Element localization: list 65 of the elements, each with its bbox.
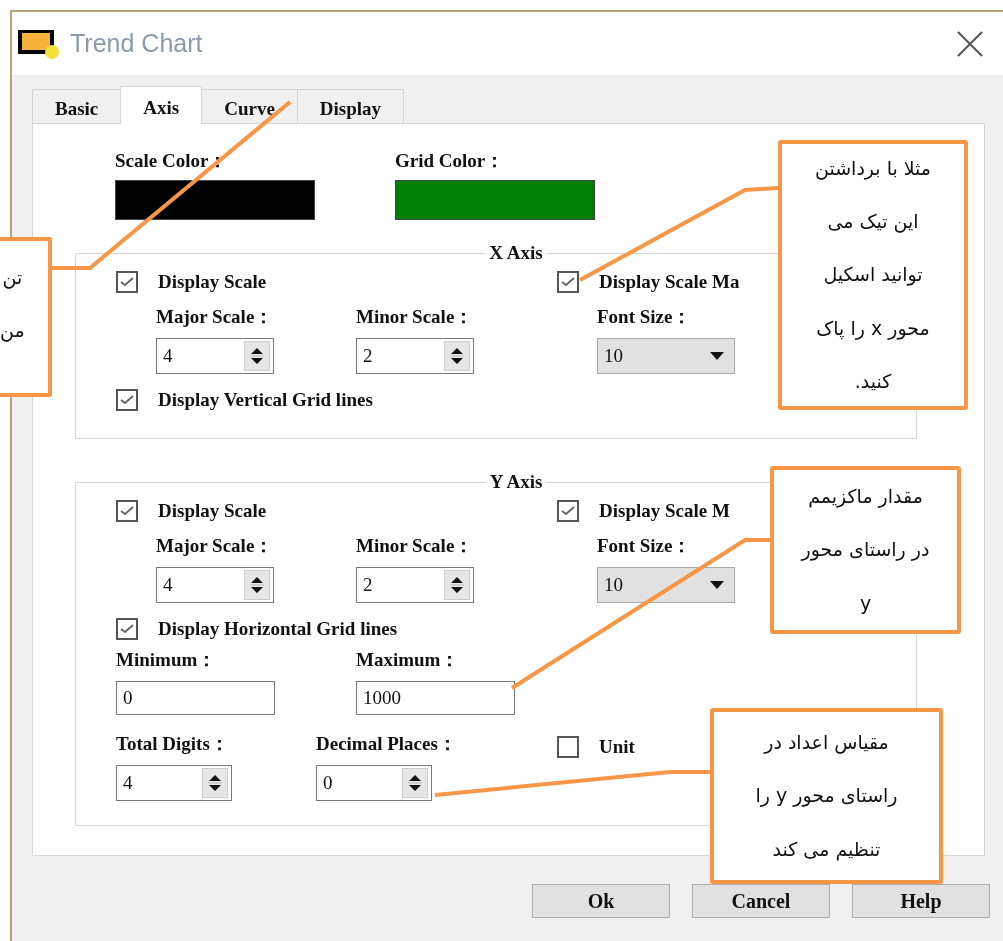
checkbox-label: Display Scale [158, 271, 267, 293]
dialog-button[interactable]: Ok [532, 884, 670, 918]
number-spinner[interactable]: 4 [116, 765, 232, 801]
callout-text: مثلا با برداشتن این تیک می توانید اسکیل محور x را پاک کنید. [815, 156, 932, 394]
check-icon [120, 506, 134, 516]
callout-text: تن من [0, 265, 25, 344]
dialog-button[interactable]: Cancel [692, 884, 830, 918]
check-icon [561, 277, 575, 287]
spin-buttons[interactable] [202, 768, 228, 798]
check-icon [561, 506, 575, 516]
checkbox-label: Display Vertical Grid lines [158, 389, 373, 411]
spin-buttons[interactable] [244, 341, 270, 371]
dropdown[interactable]: 10 [597, 338, 735, 374]
check-icon [120, 395, 134, 405]
group-title: X Axis [488, 242, 544, 264]
tab[interactable]: Axis [120, 86, 203, 124]
checkbox[interactable] [116, 271, 138, 293]
number-spinner[interactable]: 4 [156, 338, 274, 374]
checkbox[interactable] [557, 500, 579, 522]
field-label: Font Size： [597, 305, 693, 329]
spin-buttons[interactable] [444, 570, 470, 600]
window-title: Trend Chart [70, 29, 204, 58]
field-label: Minimum： [116, 648, 218, 672]
checkbox-label: Display Scale [158, 500, 267, 522]
field-label: Total Digits： [116, 732, 230, 756]
field-label: Font Size： [597, 534, 693, 558]
app-icon [18, 27, 62, 60]
checkbox-label: Display Scale M [599, 500, 730, 522]
number-spinner[interactable]: 4 [156, 567, 274, 603]
checkbox-label: Unit [599, 736, 635, 758]
field-label: Major Scale： [156, 534, 275, 558]
spin-buttons[interactable] [444, 341, 470, 371]
checkbox-label: Display Horizontal Grid lines [158, 618, 398, 640]
checkbox-label: Display Scale Ma [599, 271, 740, 293]
spin-buttons[interactable] [244, 570, 270, 600]
number-spinner[interactable]: 0 [316, 765, 432, 801]
checkbox[interactable] [557, 736, 579, 758]
group-title: Y Axis [488, 471, 544, 493]
field-label: Grid Color： [395, 149, 506, 173]
text-field[interactable]: 1000 [356, 681, 515, 715]
tab[interactable]: Basic [32, 89, 122, 123]
color-swatch[interactable] [115, 180, 315, 220]
check-icon [120, 624, 134, 634]
checkbox[interactable] [116, 500, 138, 522]
dropdown[interactable]: 10 [597, 567, 735, 603]
field-label: Minor Scale： [356, 534, 475, 558]
caret-icon [710, 352, 724, 360]
check-icon [120, 277, 134, 287]
field-label: Major Scale： [156, 305, 275, 329]
tab[interactable]: Display [296, 89, 405, 123]
number-spinner[interactable]: 2 [356, 338, 474, 374]
caret-icon [710, 581, 724, 589]
color-swatch[interactable] [395, 180, 595, 220]
number-spinner[interactable]: 2 [356, 567, 474, 603]
field-label: Maximum： [356, 648, 461, 672]
checkbox[interactable] [116, 618, 138, 640]
checkbox[interactable] [557, 271, 579, 293]
text-field[interactable]: 0 [116, 681, 275, 715]
checkbox[interactable] [116, 389, 138, 411]
spin-buttons[interactable] [402, 768, 428, 798]
dialog-button[interactable]: Help [852, 884, 990, 918]
field-label: Decimal Places： [316, 732, 458, 756]
callout-text: مقیاس اعداد در راستای محور y را تنظیم می کند [755, 730, 898, 863]
close-icon[interactable] [957, 30, 983, 57]
field-label: Minor Scale： [356, 305, 475, 329]
